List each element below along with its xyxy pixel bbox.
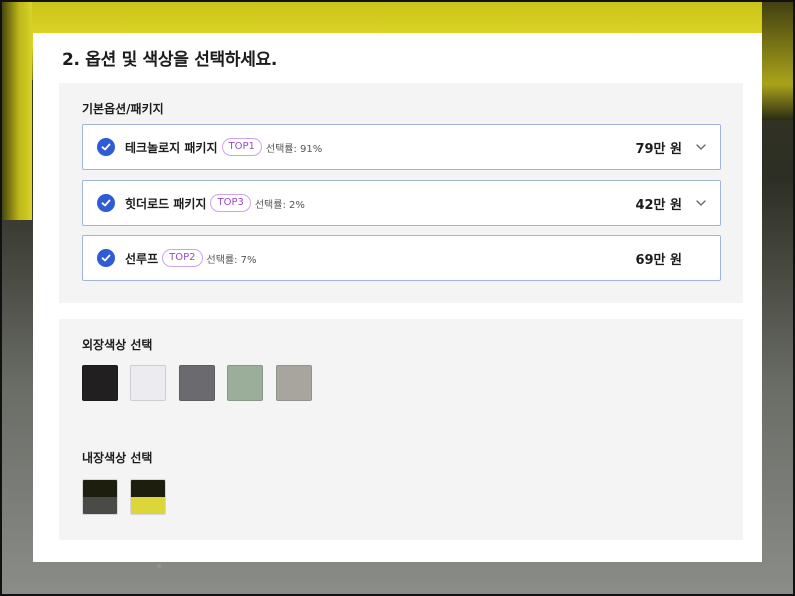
rank-badge: TOP2 <box>162 249 203 267</box>
chevron-down-icon[interactable] <box>694 140 708 154</box>
chevron-down-icon[interactable] <box>694 196 708 210</box>
option-name: 선루프 <box>125 251 159 266</box>
car-body-left <box>0 0 32 220</box>
check-icon[interactable] <box>97 194 115 212</box>
options-section-title: 기본옵션/패키지 <box>82 102 164 116</box>
option-item-hit-the-road[interactable]: 힛더로드 패키지 TOP3 선택률: 2% 42만 원 <box>82 180 721 226</box>
selection-rate: 선택률: 2% <box>254 199 305 211</box>
swatch-top-half <box>83 480 117 497</box>
option-item-technology[interactable]: 테크놀로지 패키지 TOP1 선택률: 91% 79만 원 <box>82 124 721 170</box>
option-item-sunroof[interactable]: 선루프 TOP2 선택률: 7% 69만 원 <box>82 235 721 281</box>
rank-badge: TOP1 <box>221 138 262 156</box>
swatch-bottom-half <box>131 497 165 514</box>
check-icon[interactable] <box>97 249 115 267</box>
selection-rate: 선택률: 7% <box>206 254 257 266</box>
options-panel: 2. 옵션 및 색상을 선택하세요. 기본옵션/패키지 테크놀로지 패키지 TO… <box>33 33 762 562</box>
exterior-swatch-sage[interactable] <box>227 365 263 401</box>
interior-color-title: 내장색상 선택 <box>82 451 153 465</box>
exterior-swatch-warm-gray[interactable] <box>276 365 312 401</box>
page-title: 2. 옵션 및 색상을 선택하세요. <box>62 50 278 70</box>
rank-badge: TOP3 <box>210 194 251 212</box>
option-price: 42만 원 <box>635 197 682 213</box>
exterior-swatch-white[interactable] <box>130 365 166 401</box>
interior-swatch-black-yellow[interactable] <box>130 479 166 515</box>
option-name: 힛더로드 패키지 <box>125 196 207 211</box>
car-body-right <box>762 0 795 120</box>
swatch-bottom-half <box>83 497 117 514</box>
swatch-top-half <box>131 480 165 497</box>
interior-swatch-black-gray[interactable] <box>82 479 118 515</box>
exterior-swatch-gray[interactable] <box>179 365 215 401</box>
option-price: 79만 원 <box>635 141 682 157</box>
check-icon[interactable] <box>97 138 115 156</box>
options-section: 기본옵션/패키지 테크놀로지 패키지 TOP1 선택률: 91% 79만 원 힛… <box>59 83 743 303</box>
exterior-color-title: 외장색상 선택 <box>82 338 153 352</box>
option-price: 69만 원 <box>635 252 682 268</box>
option-name: 테크놀로지 패키지 <box>125 140 218 155</box>
exterior-swatch-black[interactable] <box>82 365 118 401</box>
colors-section: 외장색상 선택 내장색상 선택 <box>59 319 743 540</box>
selection-rate: 선택률: 91% <box>265 143 323 155</box>
